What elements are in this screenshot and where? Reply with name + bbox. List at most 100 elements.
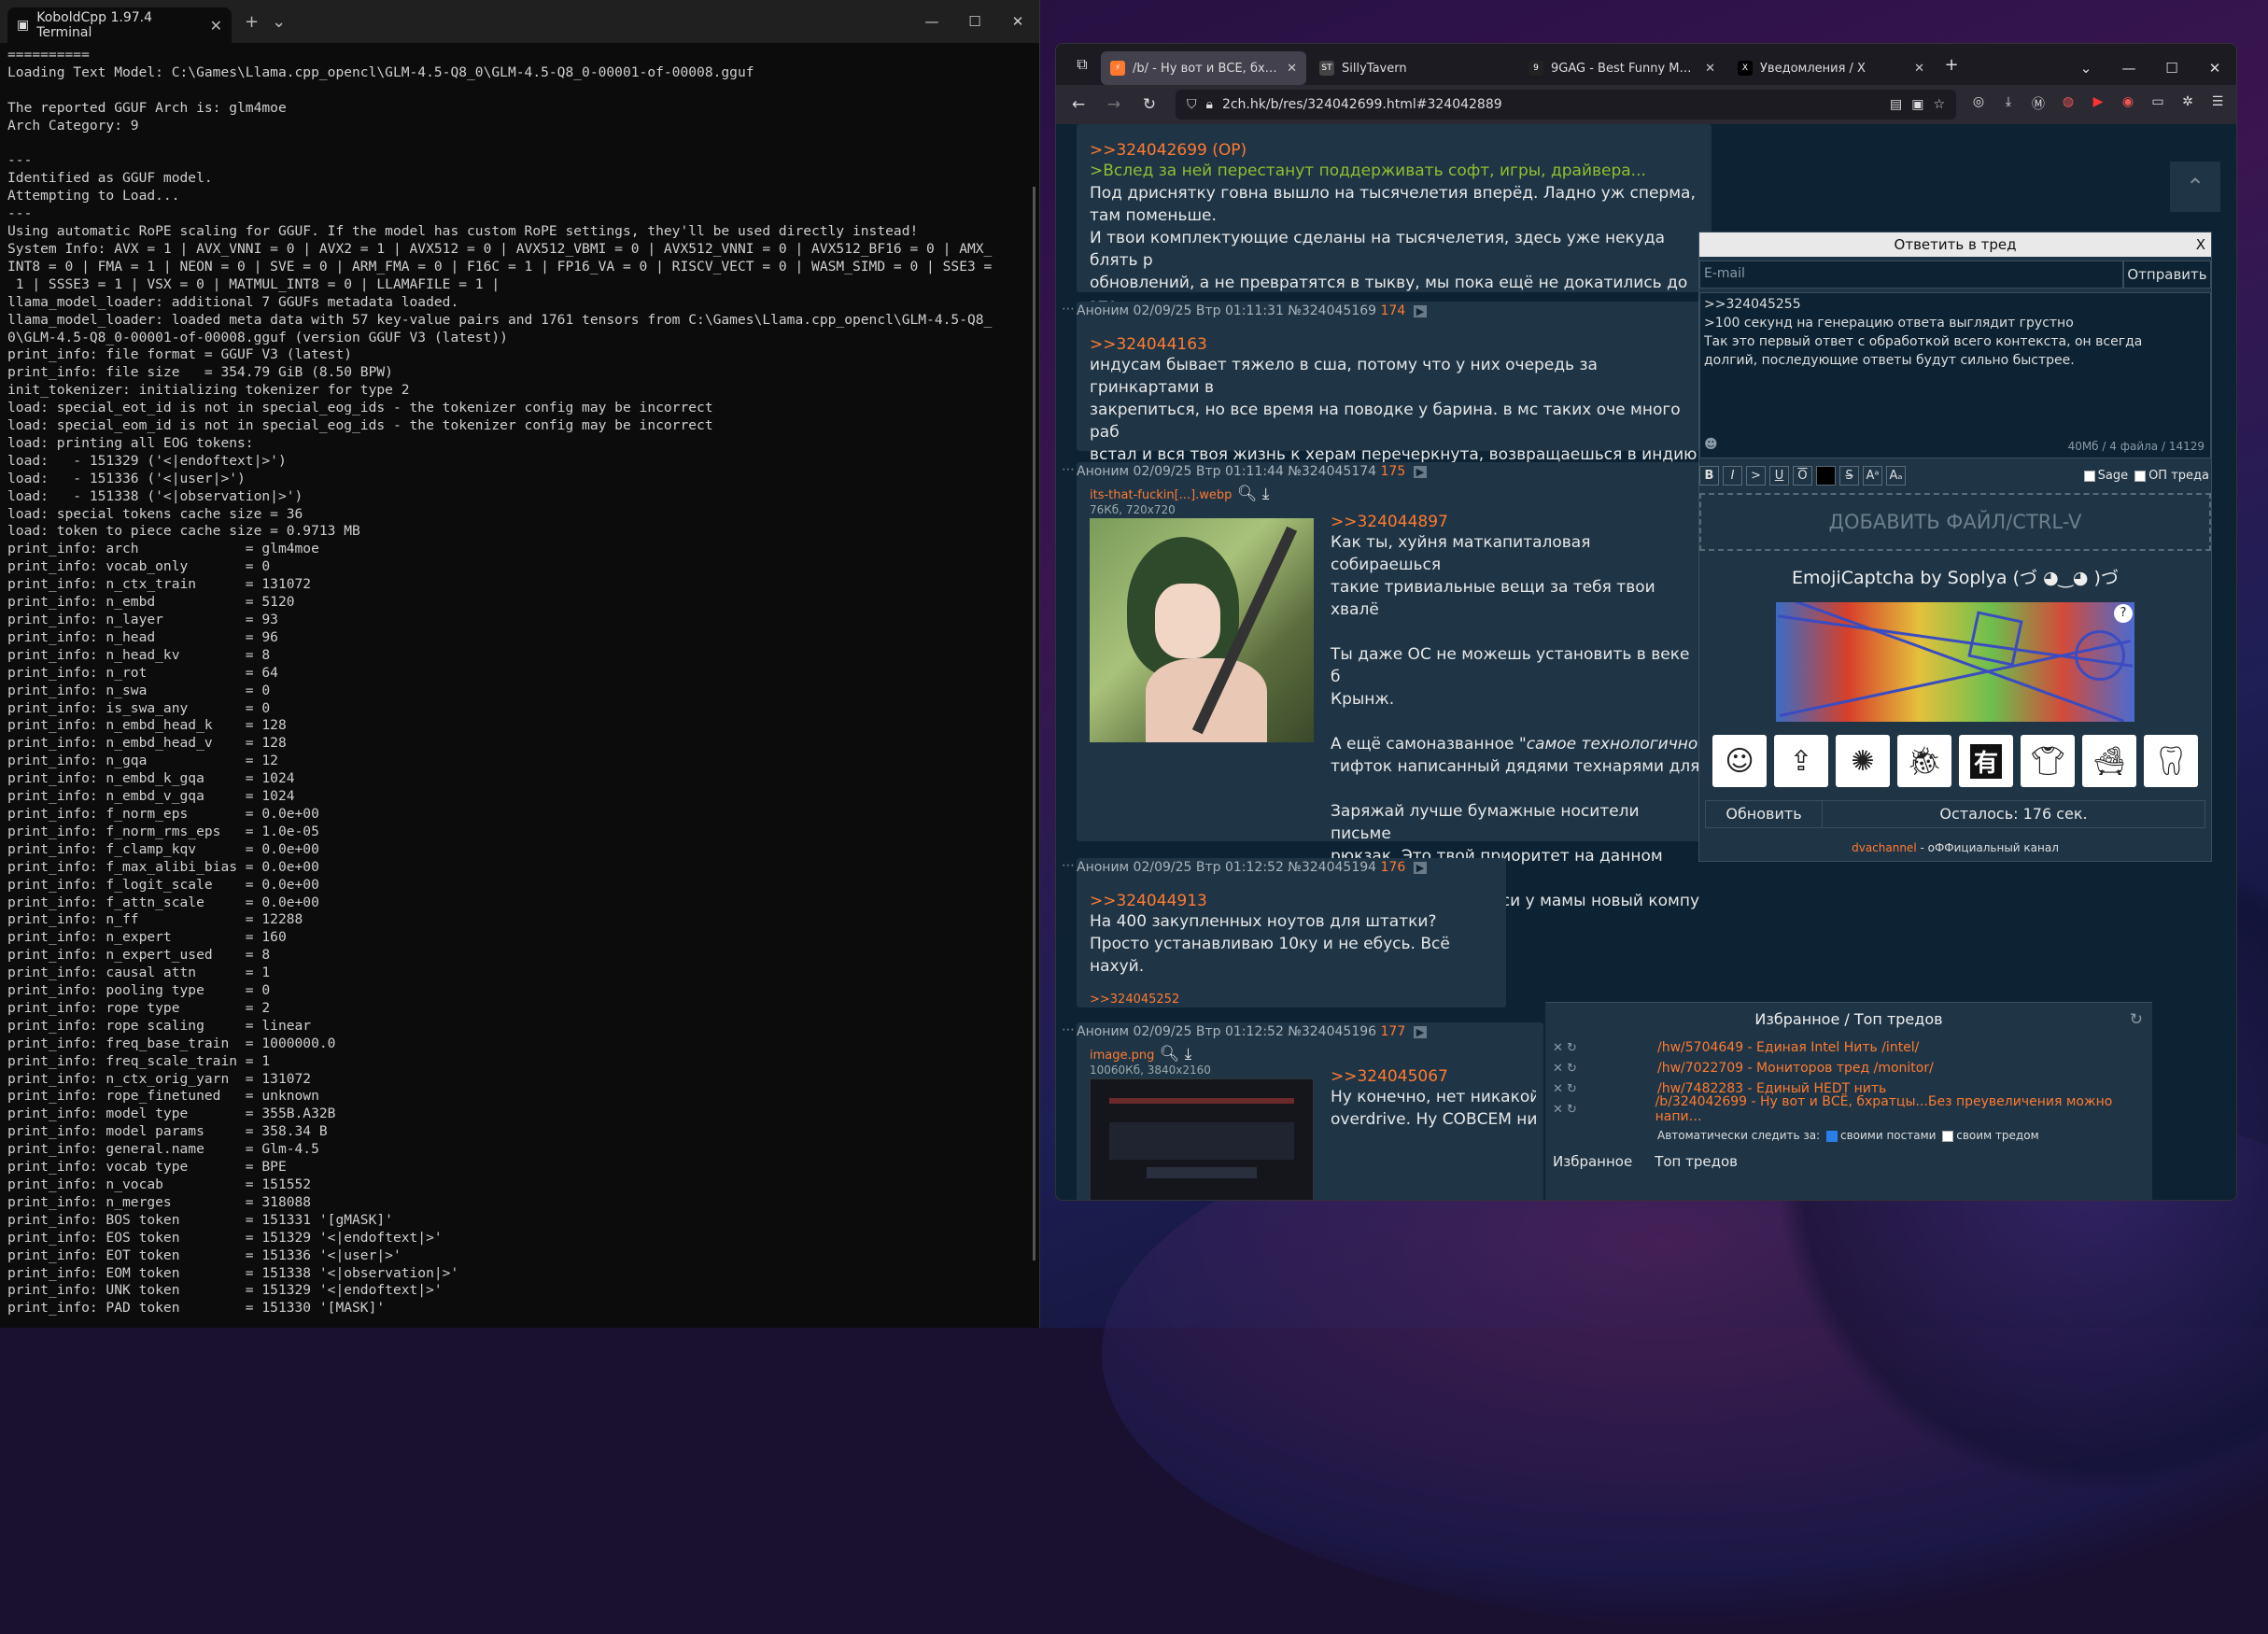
- refresh-icon[interactable]: ↻: [2130, 1010, 2143, 1029]
- post-menu-icon[interactable]: ⋯: [1062, 1022, 1075, 1037]
- lady-beetle-icon[interactable]: 🐞︎: [1897, 735, 1951, 787]
- download-icon[interactable]: ⤓: [1997, 94, 2020, 115]
- play-icon[interactable]: ▶: [1413, 466, 1428, 478]
- tab-list-icon[interactable]: ⧉: [1064, 55, 1101, 74]
- search-icon[interactable]: 🔍︎: [1237, 485, 1258, 503]
- post-menu-icon[interactable]: ⋯: [1062, 302, 1075, 317]
- back-icon[interactable]: ←: [1064, 95, 1093, 114]
- reply-link[interactable]: >>324044897: [1331, 513, 1704, 531]
- favorite-link[interactable]: /hw/7022709 - Мониторов тред /monitor/: [1657, 1061, 1934, 1076]
- emoji-icon[interactable]: ☻: [1704, 435, 1718, 454]
- overline-button[interactable]: O: [1793, 466, 1812, 486]
- tab-overflow-icon[interactable]: ⌄: [2064, 60, 2107, 77]
- sparkler-icon[interactable]: ✺: [1836, 735, 1890, 787]
- maximize-icon[interactable]: ☐: [2150, 60, 2193, 77]
- favorite-item[interactable]: ✕ ↻/hw/5704649 - Единая Intel Нить /inte…: [1545, 1037, 2152, 1058]
- backlink[interactable]: >>324045252: [1090, 993, 1493, 1007]
- screenshot-icon[interactable]: ◎: [1967, 94, 1990, 115]
- reply-link[interactable]: >>324044913: [1090, 892, 1493, 910]
- terminal-scrollbar[interactable]: [1033, 187, 1035, 1261]
- official-channel-link[interactable]: dvachannel: [1852, 841, 1917, 854]
- bathtub-icon[interactable]: 🛁︎: [2082, 735, 2136, 787]
- close-icon[interactable]: ✕: [996, 13, 1039, 30]
- tab-2ch[interactable]: ⚡ /b/ - Ну вот и ВСЁ, бхратцы... ✕: [1101, 51, 1306, 85]
- reply-textarea[interactable]: >>324045255 >100 секунд на генерацию отв…: [1699, 292, 2211, 458]
- remove-refresh-icons[interactable]: ✕ ↻: [1545, 1041, 1657, 1055]
- reader-icon[interactable]: ▤: [1890, 97, 1902, 112]
- minimize-icon[interactable]: —: [910, 13, 953, 30]
- remove-refresh-icons[interactable]: ✕ ↻: [1545, 1103, 1655, 1117]
- captcha-help-icon[interactable]: ?: [2114, 604, 2133, 623]
- italic-button[interactable]: I: [1723, 466, 1742, 486]
- tab-favorites[interactable]: Избранное: [1553, 1153, 1632, 1170]
- tab-top-threads[interactable]: Топ тредов: [1655, 1153, 1738, 1170]
- favorite-link[interactable]: /hw/5704649 - Единая Intel Нить /intel/: [1657, 1040, 1919, 1055]
- post-image-thumbnail[interactable]: [1090, 518, 1314, 742]
- extension-icon[interactable]: ◉: [2117, 94, 2139, 115]
- pip-icon[interactable]: ▣: [1911, 97, 1923, 112]
- close-tab-icon[interactable]: ✕: [210, 17, 222, 35]
- minimize-icon[interactable]: —: [2107, 60, 2150, 77]
- op-checkbox[interactable]: ОП треда: [2132, 469, 2209, 483]
- reply-link[interactable]: >>324044163: [1090, 335, 1698, 354]
- bold-button[interactable]: B: [1699, 466, 1719, 486]
- spoiler-button[interactable]: [1816, 466, 1836, 486]
- captcha-refresh-button[interactable]: Обновить: [1706, 801, 1823, 827]
- chevron-down-icon[interactable]: ⌄: [272, 12, 286, 32]
- tooth-icon[interactable]: 🦷︎: [2144, 735, 2198, 787]
- terminal-tab[interactable]: ▣ KoboldCpp 1.97.4 Terminal ✕: [7, 7, 232, 43]
- close-tab-icon[interactable]: ✕: [1705, 62, 1715, 76]
- reply-link[interactable]: >>324042699 (OP): [1090, 141, 1698, 160]
- close-icon[interactable]: ✕: [2193, 60, 2236, 77]
- kanji-have-icon[interactable]: 有: [1959, 735, 2013, 787]
- scroll-up-button[interactable]: ⌃: [2170, 162, 2220, 212]
- forward-icon[interactable]: →: [1099, 95, 1129, 114]
- smirk-face-icon[interactable]: ☺: [1712, 735, 1767, 787]
- post-menu-icon[interactable]: ⋯: [1062, 462, 1075, 477]
- own-posts-checkbox[interactable]: [1825, 1130, 1838, 1142]
- search-icon[interactable]: 🔍︎: [1160, 1045, 1180, 1064]
- underline-button[interactable]: U: [1769, 466, 1789, 486]
- close-tab-icon[interactable]: ✕: [1914, 62, 1924, 76]
- reply-link[interactable]: >>324045067: [1331, 1067, 1536, 1086]
- strike-button[interactable]: S: [1839, 466, 1859, 486]
- file-name[interactable]: its-that-fuckin[...].webp: [1090, 488, 1232, 502]
- play-icon[interactable]: ▶: [1413, 305, 1428, 317]
- puzzle-icon[interactable]: ✲: [2176, 94, 2199, 115]
- maximize-icon[interactable]: ☐: [953, 13, 996, 30]
- new-tab-icon[interactable]: +: [245, 12, 259, 32]
- own-thread-checkbox[interactable]: [1942, 1130, 1954, 1142]
- bookmark-star-icon[interactable]: ☆: [1933, 97, 1945, 112]
- favorite-item[interactable]: ✕ ↻/b/324042699 - Ну вот и ВСЁ, бхратцы.…: [1545, 1094, 2152, 1124]
- subscript-button[interactable]: Aₐ: [1886, 466, 1906, 486]
- email-input[interactable]: E-mail: [1699, 261, 2123, 289]
- download-icon[interactable]: ⤓: [1185, 1045, 1192, 1064]
- new-tab-icon[interactable]: +: [1937, 55, 1965, 75]
- play-icon[interactable]: ▶: [1413, 862, 1428, 874]
- remove-refresh-icons[interactable]: ✕ ↻: [1545, 1062, 1657, 1076]
- download-icon[interactable]: ⤓: [1262, 485, 1270, 503]
- favorite-link[interactable]: /b/324042699 - Ну вот и ВСЁ, бхратцы...Б…: [1655, 1094, 2152, 1124]
- file-name[interactable]: image.png: [1090, 1049, 1154, 1063]
- send-button[interactable]: Отправить: [2123, 261, 2211, 289]
- tab-sillytavern[interactable]: ST SillyTavern: [1310, 51, 1515, 85]
- close-tab-icon[interactable]: ✕: [1287, 62, 1297, 76]
- superscript-button[interactable]: Aᵃ: [1863, 466, 1882, 486]
- play-icon[interactable]: ▶: [1413, 1026, 1428, 1038]
- post-image-thumbnail[interactable]: [1090, 1078, 1314, 1200]
- file-drop-zone[interactable]: ДОБАВИТЬ ФАЙЛ/CTRL-V: [1699, 493, 2211, 551]
- extension-icon[interactable]: ▭: [2147, 94, 2169, 115]
- post-menu-icon[interactable]: ⋯: [1062, 858, 1075, 873]
- youtube-icon[interactable]: ▶: [2087, 94, 2109, 115]
- sage-checkbox[interactable]: Sage: [2081, 469, 2128, 483]
- tshirt-icon[interactable]: 👕︎: [2021, 735, 2075, 787]
- account-icon[interactable]: Ⓜ: [2027, 94, 2050, 115]
- favorite-item[interactable]: ✕ ↻/hw/7022709 - Мониторов тред /monitor…: [1545, 1058, 2152, 1078]
- tab-9gag[interactable]: 9 9GAG - Best Funny Memes and ✕: [1519, 51, 1725, 85]
- close-icon[interactable]: X: [2196, 232, 2205, 257]
- tab-x[interactable]: X Уведомления / X ✕: [1728, 51, 1934, 85]
- address-bar[interactable]: ⛉ 🔒︎ 2ch.hk/b/res/324042699.html#3240428…: [1176, 90, 1956, 120]
- extension-icon[interactable]: ◍: [2057, 94, 2079, 115]
- remove-refresh-icons[interactable]: ✕ ↻: [1545, 1082, 1657, 1096]
- outbox-tray-icon[interactable]: ⇪: [1774, 735, 1828, 787]
